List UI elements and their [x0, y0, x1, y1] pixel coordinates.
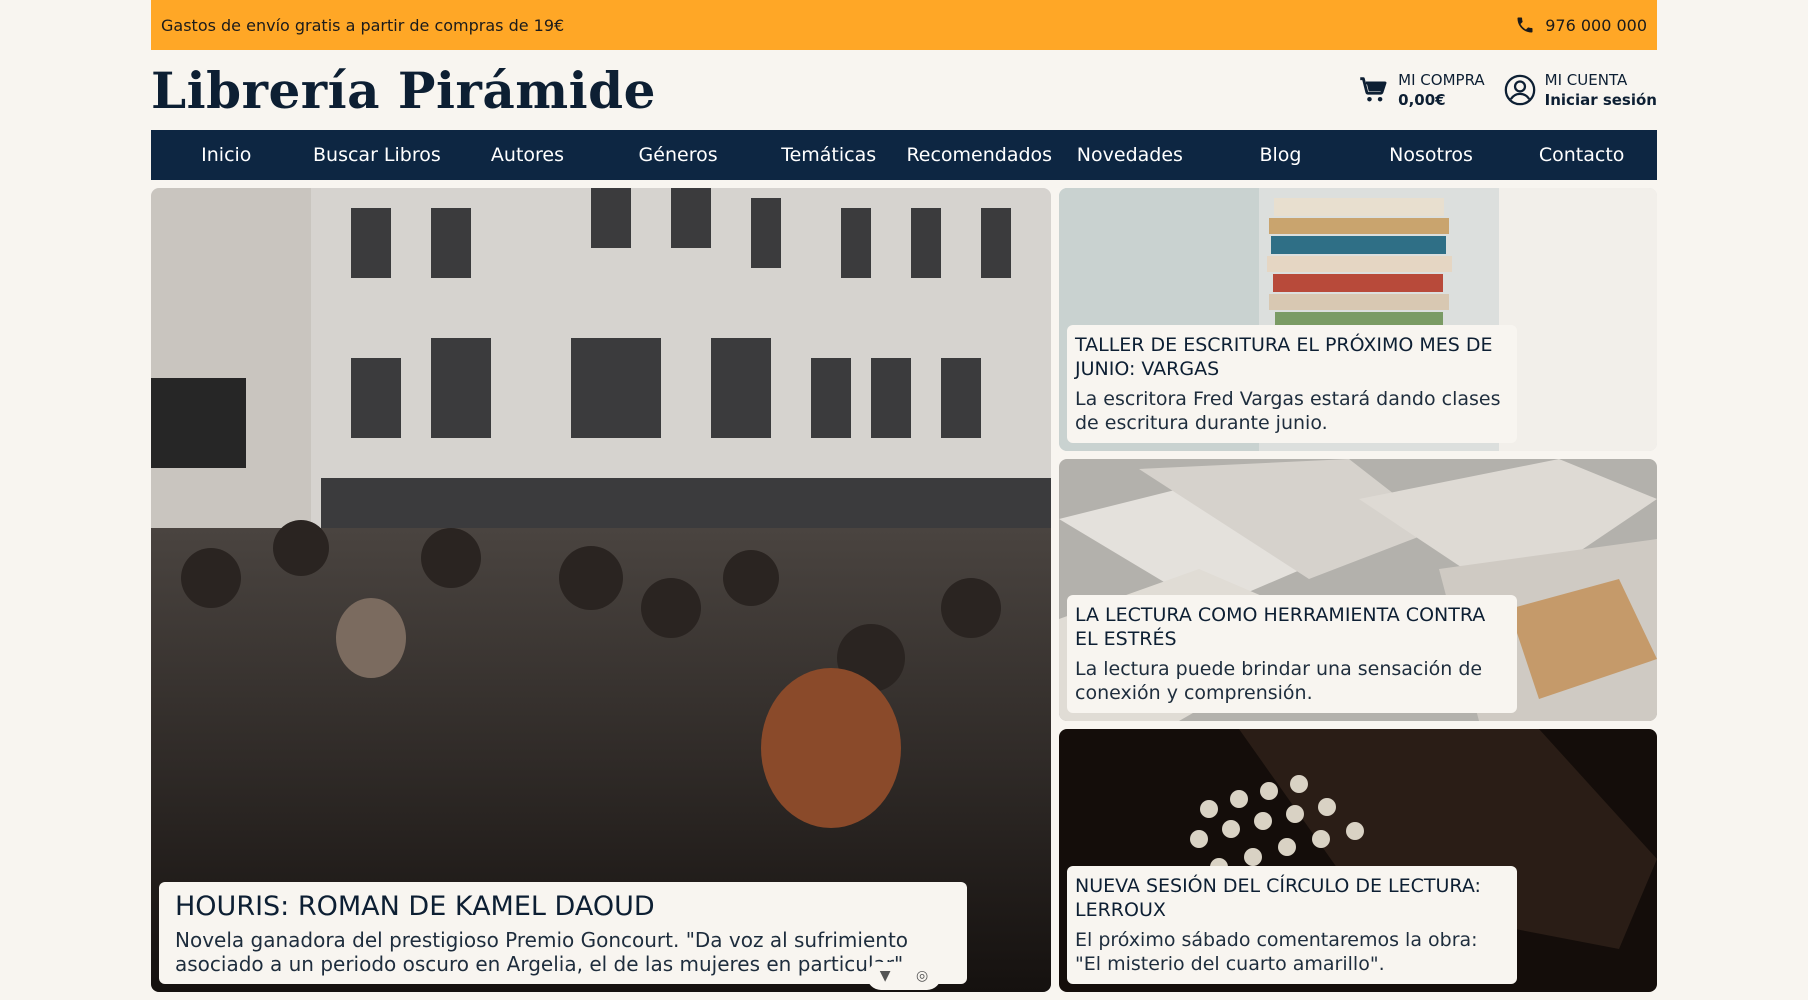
nav-blog[interactable]: Blog: [1205, 130, 1356, 180]
featured-article-card[interactable]: HOURIS: ROMAN DE KAMEL DAOUD Novela gana…: [151, 188, 1051, 992]
featured-article-image: [151, 188, 1051, 992]
article-description: El próximo sábado comentaremos la obra: …: [1075, 929, 1478, 975]
article-title[interactable]: TALLER DE ESCRITURA EL PRÓXIMO MES DE JU…: [1075, 333, 1509, 381]
cart-button[interactable]: MI COMPRA 0,00€: [1356, 70, 1485, 110]
nav-nosotros[interactable]: Nosotros: [1356, 130, 1507, 180]
article-card-writing-workshop[interactable]: TALLER DE ESCRITURA EL PRÓXIMO MES DE JU…: [1059, 188, 1657, 451]
article-description: La lectura puede brindar una sensación d…: [1075, 658, 1483, 704]
featured-description: Novela ganadora del prestigioso Premio G…: [175, 928, 910, 976]
featured-title[interactable]: HOURIS: ROMAN DE KAMEL DAOUD: [175, 890, 951, 924]
nav-contacto[interactable]: Contacto: [1506, 130, 1657, 180]
article-card-reading-circle[interactable]: NUEVA SESIÓN DEL CÍRCULO DE LECTURA: LER…: [1059, 729, 1657, 992]
article-caption: TALLER DE ESCRITURA EL PRÓXIMO MES DE JU…: [1067, 325, 1517, 443]
promo-bar: Gastos de envío gratis a partir de compr…: [151, 0, 1657, 50]
phone-icon: [1517, 17, 1533, 33]
login-link[interactable]: Iniciar sesión: [1545, 90, 1657, 110]
phone-contact[interactable]: 976 000 000: [1515, 15, 1647, 35]
featured-caption: HOURIS: ROMAN DE KAMEL DAOUD Novela gana…: [159, 882, 967, 984]
carousel-controls: ▼ ◎: [867, 962, 941, 990]
nav-tematicas[interactable]: Temáticas: [753, 130, 904, 180]
site-header: Librería Pirámide MI COMPRA 0,00€ MI CUE…: [151, 50, 1657, 130]
user-account-icon: [1504, 74, 1535, 106]
cart-total: 0,00€: [1398, 91, 1446, 109]
nav-recomendados[interactable]: Recomendados: [904, 130, 1055, 180]
main-nav: Inicio Buscar Libros Autores Géneros Tem…: [151, 130, 1657, 180]
article-description: La escritora Fred Vargas estará dando cl…: [1075, 388, 1501, 434]
cart-label: MI COMPRA: [1398, 71, 1485, 89]
article-title[interactable]: LA LECTURA COMO HERRAMIENTA CONTRA EL ES…: [1075, 603, 1509, 651]
nav-novedades[interactable]: Novedades: [1055, 130, 1206, 180]
nav-inicio[interactable]: Inicio: [151, 130, 302, 180]
article-caption: NUEVA SESIÓN DEL CÍRCULO DE LECTURA: LER…: [1067, 866, 1517, 984]
nav-buscar-libros[interactable]: Buscar Libros: [302, 130, 453, 180]
nav-autores[interactable]: Autores: [452, 130, 603, 180]
shopping-cart-icon: [1360, 77, 1387, 102]
carousel-target-icon[interactable]: ◎: [916, 968, 928, 984]
article-caption: LA LECTURA COMO HERRAMIENTA CONTRA EL ES…: [1067, 595, 1517, 713]
article-title[interactable]: NUEVA SESIÓN DEL CÍRCULO DE LECTURA: LER…: [1075, 874, 1509, 922]
shipping-promo-text: Gastos de envío gratis a partir de compr…: [161, 15, 565, 35]
site-logo[interactable]: Librería Pirámide: [151, 61, 656, 120]
phone-number: 976 000 000: [1545, 15, 1647, 35]
account-label: MI CUENTA: [1544, 71, 1628, 89]
carousel-prev-icon[interactable]: ▼: [880, 968, 891, 984]
article-card-reading-stress[interactable]: LA LECTURA COMO HERRAMIENTA CONTRA EL ES…: [1059, 459, 1657, 721]
account-button[interactable]: MI CUENTA Iniciar sesión: [1503, 70, 1657, 110]
nav-generos[interactable]: Géneros: [603, 130, 754, 180]
header-actions: MI COMPRA 0,00€ MI CUENTA Iniciar sesión: [1356, 70, 1657, 110]
